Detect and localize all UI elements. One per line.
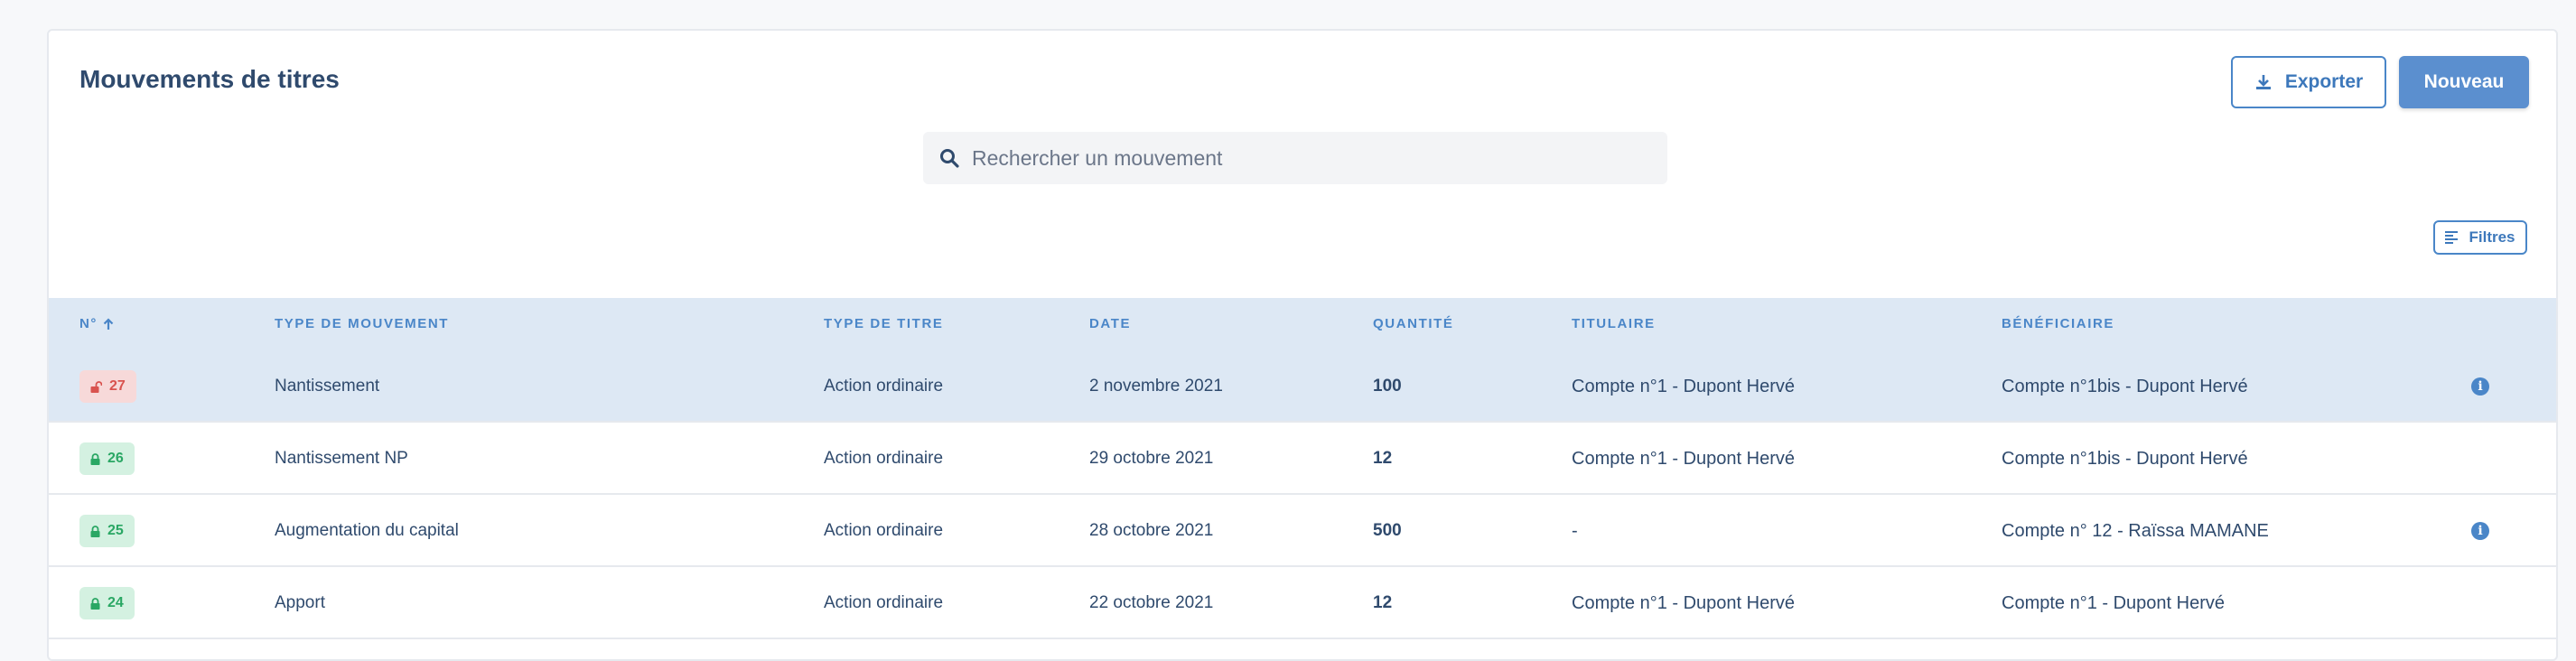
movement-number: 27 [109,378,126,394]
movement-type-cell: Nantissement NP [275,449,408,468]
column-header-beneficiary[interactable]: BÉNÉFICIAIRE [2002,298,2114,350]
title-type-cell: Action ordinaire [824,521,944,540]
date-cell: 29 octobre 2021 [1089,449,1214,468]
table-header: N° TYPE DE MOUVEMENT TYPE DE TITRE DATE … [49,298,2556,350]
beneficiary-cell: Compte n°1bis - Dupont Hervé [2002,448,2248,469]
movement-number: 25 [107,523,124,538]
movement-type-cell: Augmentation du capital [275,521,459,540]
title-type-cell: Action ordinaire [824,449,944,468]
lock-icon [90,525,100,537]
filters-button-label: Filtres [2469,228,2515,246]
filters-button[interactable]: Filtres [2433,220,2527,255]
movement-type-cell: Nantissement [275,377,380,396]
table-row[interactable]: 26 Nantissement NP Action ordinaire 29 octo… [49,423,2556,495]
movement-number-badge: 24 [79,587,135,619]
table-row[interactable]: 27 Nantissement Action ordinaire 2 novembre… [49,350,2556,423]
column-header-holder[interactable]: TITULAIRE [1572,298,1656,350]
beneficiary-cell: Compte n°1 - Dupont Hervé [2002,592,2226,613]
lock-icon [90,597,100,610]
page-title: Mouvements de titres [79,65,340,93]
title-type-cell: Action ordinaire [824,593,944,612]
export-button[interactable]: Exporter [2231,56,2386,108]
download-icon [2255,75,2271,89]
search-icon [940,149,959,168]
holder-cell: Compte n°1 - Dupont Hervé [1572,592,1796,613]
unlock-icon [90,380,102,393]
new-button[interactable]: Nouveau [2399,56,2529,108]
holder-cell: - [1572,520,1578,541]
date-cell: 28 octobre 2021 [1089,521,1214,540]
new-button-label: Nouveau [2423,71,2505,92]
column-header-movement-type[interactable]: TYPE DE MOUVEMENT [275,298,449,350]
column-header-label: N° [79,316,98,331]
beneficiary-cell: Compte n°1bis - Dupont Hervé [2002,376,2248,396]
arrow-up-icon [103,318,114,330]
movement-type-cell: Apport [275,593,325,612]
quantity-cell: 100 [1373,377,1402,396]
table-row[interactable]: 24 Apport Action ordinaire 22 octobre 2021 1… [49,567,2556,639]
movement-number: 26 [107,451,124,466]
movement-number-badge: 25 [79,515,135,547]
title-type-cell: Action ordinaire [824,377,944,396]
movements-card: Mouvements de titres Exporter Nouveau Fi… [47,29,2558,661]
quantity-cell: 500 [1373,521,1402,540]
holder-cell: Compte n°1 - Dupont Hervé [1572,376,1796,396]
export-button-label: Exporter [2284,71,2364,92]
holder-cell: Compte n°1 - Dupont Hervé [1572,448,1796,469]
info-icon[interactable]: i [2471,522,2489,540]
search-box[interactable] [923,132,1667,184]
column-header-number[interactable]: N° [79,298,114,350]
filter-lines-icon [2445,231,2459,244]
table-row[interactable]: 25 Augmentation du capital Action ordinair… [49,495,2556,567]
search-input[interactable] [972,145,1658,171]
beneficiary-cell: Compte n° 12 - Raïssa MAMANE [2002,520,2269,541]
quantity-cell: 12 [1373,593,1393,612]
movement-number: 24 [107,595,124,610]
date-cell: 2 novembre 2021 [1089,377,1223,396]
column-header-title-type[interactable]: TYPE DE TITRE [824,298,943,350]
movement-number-badge: 26 [79,442,135,475]
lock-icon [90,452,100,465]
info-icon[interactable]: i [2471,377,2489,396]
column-header-date[interactable]: DATE [1089,298,1131,350]
quantity-cell: 12 [1373,449,1393,468]
date-cell: 22 octobre 2021 [1089,593,1214,612]
movement-number-badge: 27 [79,370,136,403]
column-header-quantity[interactable]: QUANTITÉ [1373,298,1453,350]
